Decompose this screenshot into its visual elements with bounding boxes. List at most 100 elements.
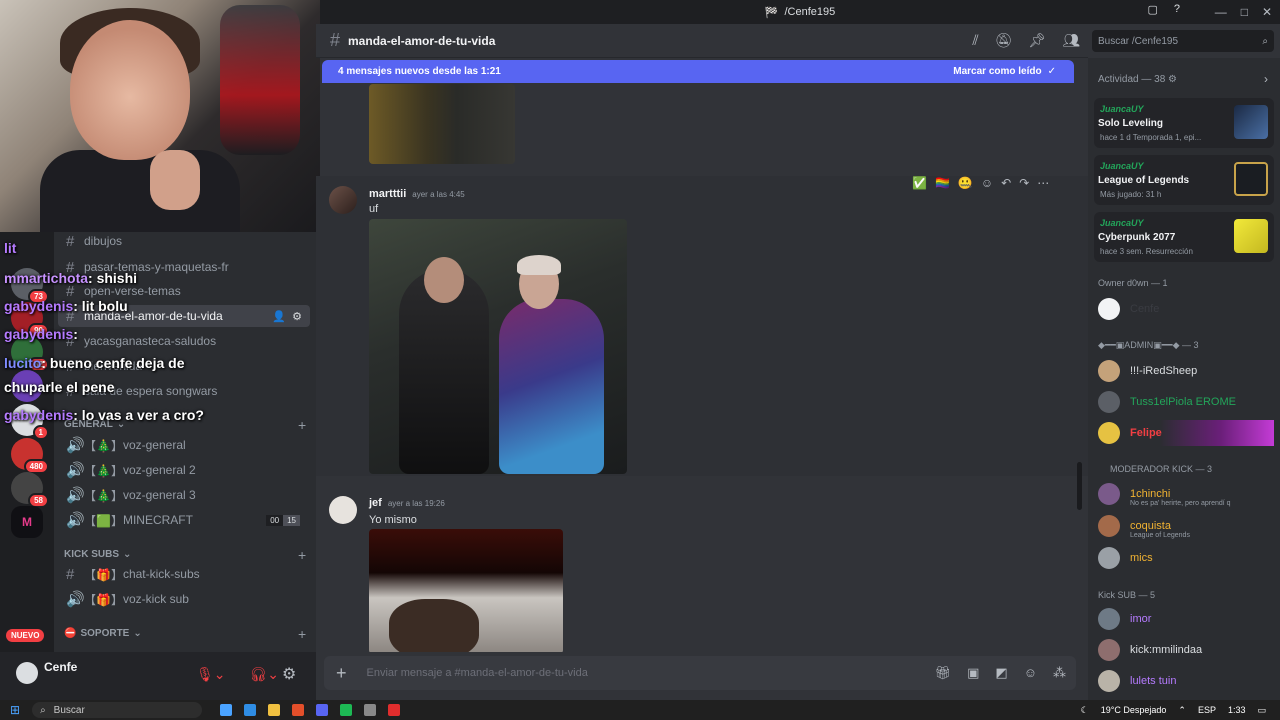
minimize-button[interactable]: — [1215, 5, 1227, 19]
activity-card[interactable]: JuancaUY League of Legends Más jugado: 3… [1094, 155, 1274, 205]
member-item[interactable]: mics [1098, 545, 1274, 571]
webcam-chair [220, 5, 300, 155]
read-check-icon: ✓ [1047, 66, 1056, 77]
more-options-icon[interactable]: ⋯ [1037, 176, 1049, 190]
gear-icon[interactable]: ⚙ [1168, 74, 1177, 85]
add-reaction-icon[interactable]: ☺ [981, 176, 993, 190]
sticker-icon[interactable]: ◩ [995, 665, 1007, 681]
server-icon-8[interactable]: M [11, 506, 43, 538]
add-channel-icon[interactable]: + [298, 547, 306, 563]
new-messages-banner[interactable]: 4 mensajes nuevos desde las 1:21 Marcar … [322, 60, 1074, 83]
avatar[interactable] [329, 496, 357, 524]
chat-overlay-line: gabydenis: lit bolu [4, 298, 128, 314]
message-image-attachment[interactable] [369, 84, 515, 164]
apps-icon[interactable]: ⁂ [1053, 665, 1066, 681]
face-reaction-icon[interactable]: 🤐 [958, 176, 973, 190]
voice-channel-minecraft[interactable]: 🔊 【🟩】 MINECRAFT 00 15 [58, 509, 310, 531]
member-item[interactable]: 1chinchi No es pa' herirte, pero aprendí … [1098, 481, 1274, 507]
channel-saludos[interactable]: # yacasganasteca-saludos [58, 330, 310, 352]
message-scrollbar[interactable] [1077, 462, 1082, 510]
folder-icon[interactable] [268, 704, 281, 716]
gif-icon[interactable]: ▣ [967, 665, 979, 681]
notifications-bell-icon[interactable]: 🔕︎ [995, 32, 1013, 49]
channel-voz-kick-sub[interactable]: 🔊 【🎁】 voz-kick sub [58, 588, 310, 610]
message-photo[interactable] [369, 529, 563, 652]
edge-icon[interactable] [244, 704, 257, 716]
search-input[interactable]: Buscar /Cenfe195 ⌕ [1092, 30, 1274, 52]
mute-mic-icon[interactable]: 🎙︎⌄ [196, 666, 226, 683]
message-timestamp: ayer a las 19:26 [387, 499, 445, 508]
message-author[interactable]: jef ayer a las 19:26 [369, 497, 445, 509]
taskview-icon[interactable] [220, 704, 233, 716]
message-photo[interactable] [369, 219, 627, 474]
chat-overlay-line: gabydenis: lo vas a ver a cro? [4, 407, 204, 423]
threads-icon[interactable]: ⫽ [972, 32, 978, 49]
network-icon[interactable]: ⌃ [1178, 705, 1186, 716]
attach-plus-icon[interactable]: + [336, 663, 347, 684]
member-item[interactable]: Cenfe [1098, 296, 1274, 322]
server-icon-6[interactable]: 480 [11, 438, 49, 474]
activity-thumbnail [1234, 105, 1268, 139]
spotify-icon[interactable] [340, 704, 353, 716]
server-icon-7[interactable]: 58 [11, 472, 49, 508]
voice-channel-1[interactable]: 🔊 【🎄】 voz-general [58, 434, 310, 456]
emoji-icon[interactable]: ☺ [1024, 665, 1037, 681]
add-channel-icon[interactable]: + [298, 626, 306, 642]
webcam-face [70, 20, 190, 160]
input-tools: 🎁︎ ▣ ◩ ☺ ⁂ [935, 665, 1066, 681]
message-input[interactable]: + Enviar mensaje a #manda-el-amor-de-tu-… [324, 656, 1076, 690]
system-tray: ☾ 19°C Despejado ⌃ ESP 1:33 ▭ [1080, 704, 1266, 716]
add-member-icon[interactable]: 👤 [272, 310, 286, 323]
chat-overlay-line: lit [4, 240, 17, 256]
voice-channel-2[interactable]: 🔊 【🎄】 voz-general 2 [58, 459, 310, 481]
member-item[interactable]: lulets tuin [1098, 668, 1274, 694]
app-icon[interactable] [388, 704, 401, 716]
member-item[interactable]: Felipe [1098, 420, 1274, 446]
discord-icon[interactable] [316, 704, 329, 716]
chevron-down-icon: ⌄ [133, 628, 142, 639]
activity-card[interactable]: JuancaUY Solo Leveling hace 1 d Temporad… [1094, 98, 1274, 148]
member-item[interactable]: Tuss1elPiola EROME [1098, 389, 1274, 415]
avatar[interactable] [329, 186, 357, 214]
windows-start-icon[interactable]: ⊞ [10, 703, 20, 717]
category-kick-subs[interactable]: KICK SUBS ⌄ + [64, 547, 306, 563]
member-sidebar: Actividad — 38 ⚙ › JuancaUY Solo Levelin… [1088, 58, 1280, 700]
rainbow-flag-reaction-icon[interactable]: 🏳️‍🌈 [935, 176, 950, 190]
activity-card[interactable]: JuancaUY Cyberpunk 2077 hace 3 sem. Resu… [1094, 212, 1274, 262]
gear-icon[interactable]: ⚙ [292, 310, 302, 323]
member-item[interactable]: imor [1098, 606, 1274, 632]
obs-icon[interactable] [364, 704, 377, 716]
notification-icon[interactable]: ▭ [1257, 705, 1266, 716]
add-channel-icon[interactable]: + [298, 417, 306, 433]
help-icon[interactable]: ? [1174, 3, 1180, 16]
user-settings-gear-icon[interactable]: ⚙ [282, 664, 296, 684]
members-icon[interactable]: 👥︎ [1062, 32, 1080, 49]
inbox-icon[interactable]: ▢ [1147, 3, 1157, 16]
pin-icon[interactable]: 📌︎ [1028, 32, 1046, 49]
maximize-button[interactable]: □ [1241, 5, 1248, 19]
deafen-icon[interactable]: 🎧︎⌄ [250, 666, 280, 683]
voice-channel-3[interactable]: 🔊 【🎄】 voz-general 3 [58, 484, 310, 506]
webcam-body [40, 150, 240, 232]
search-icon: ⌕ [1262, 35, 1268, 47]
member-item[interactable]: kick:mmilindaa [1098, 637, 1274, 663]
member-item[interactable]: !!!-iRedSheep [1098, 358, 1274, 384]
taskbar-search[interactable]: ⌕ Buscar [32, 702, 203, 718]
no-entry-icon: ⛔ [64, 628, 77, 639]
gift-icon[interactable]: 🎁︎ [935, 665, 952, 681]
chevron-right-icon[interactable]: › [1264, 72, 1268, 86]
reply-icon[interactable]: ↶ [1001, 176, 1011, 190]
channel-dibujos[interactable]: # dibujos [58, 232, 310, 252]
channel-chat-kick-subs[interactable]: # 【🎁】 chat-kick-subs [58, 563, 310, 585]
chrome-icon[interactable] [292, 704, 305, 716]
check-reaction-icon[interactable]: ✅ [912, 176, 927, 190]
forward-icon[interactable]: ↷ [1019, 176, 1029, 190]
member-item[interactable]: coquista League of Legends [1098, 513, 1274, 539]
mark-as-read-button[interactable]: Marcar como leído ✓ [953, 66, 1056, 77]
avatar[interactable] [16, 662, 38, 684]
category-soporte[interactable]: ⛔ SOPORTE ⌄ + [64, 626, 306, 642]
close-button[interactable]: ✕ [1262, 5, 1272, 19]
message-author[interactable]: martttii ayer a las 4:45 [369, 188, 465, 200]
new-servers-badge: NUEVO [6, 629, 45, 642]
photo-figure-head [424, 257, 464, 303]
